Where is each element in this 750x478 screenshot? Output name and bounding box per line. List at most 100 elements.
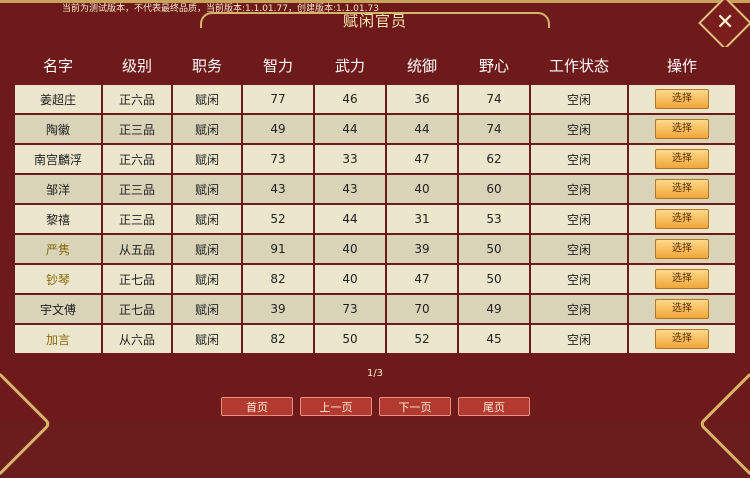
first-page-button[interactable]: 首页 — [221, 397, 293, 416]
table-row: 邹洋 正三品 赋闲 43 43 40 60 空闲 选择 — [13, 173, 737, 205]
officials-table: 名字 级别 职务 智力 武力 统御 野心 工作状态 操作 姜超庄 正六品 赋闲 77 4… — [13, 47, 737, 355]
row-name: 黎禧 — [13, 203, 103, 235]
row-action-cell: 选择 — [627, 113, 737, 145]
row-rank: 从六品 — [101, 323, 173, 355]
row-rank: 正六品 — [101, 83, 173, 115]
select-button[interactable]: 选择 — [655, 89, 709, 109]
table-row: 南宫麟浮 正六品 赋闲 73 33 47 62 空闲 选择 — [13, 143, 737, 175]
row-intelligence: 73 — [241, 143, 315, 175]
prev-page-button[interactable]: 上一页 — [300, 397, 372, 416]
row-intelligence: 91 — [241, 233, 315, 265]
select-button[interactable]: 选择 — [655, 119, 709, 139]
row-rank: 正六品 — [101, 143, 173, 175]
row-rank: 正七品 — [101, 293, 173, 325]
row-ambition: 60 — [457, 173, 531, 205]
row-force: 73 — [313, 293, 387, 325]
row-intelligence: 52 — [241, 203, 315, 235]
row-post: 赋闲 — [171, 293, 243, 325]
select-button[interactable]: 选择 — [655, 179, 709, 199]
close-icon: ✕ — [715, 10, 735, 35]
table-row: 钞琴 正七品 赋闲 82 40 47 50 空闲 选择 — [13, 263, 737, 295]
row-ambition: 74 — [457, 113, 531, 145]
row-force: 46 — [313, 83, 387, 115]
row-force: 44 — [313, 113, 387, 145]
row-rank: 正三品 — [101, 203, 173, 235]
table-body: 姜超庄 正六品 赋闲 77 46 36 74 空闲 选择 陶徽 正三品 赋闲 49 44 44 74 空闲 选择南… — [13, 83, 737, 355]
page-indicator: 1/3 — [366, 368, 384, 379]
row-intelligence: 82 — [241, 263, 315, 295]
column-header-action: 操作 — [628, 47, 736, 84]
column-header-post: 职务 — [172, 47, 242, 84]
row-ambition: 45 — [457, 323, 531, 355]
row-action-cell: 选择 — [627, 173, 737, 205]
column-header-ambition: 野心 — [458, 47, 530, 84]
row-ambition: 50 — [457, 233, 531, 265]
row-action-cell: 选择 — [627, 203, 737, 235]
column-header-command: 统御 — [386, 47, 458, 84]
row-post: 赋闲 — [171, 323, 243, 355]
row-work-status: 空闲 — [529, 233, 629, 265]
row-command: 47 — [385, 143, 459, 175]
select-button[interactable]: 选择 — [655, 329, 709, 349]
table-row: 加言 从六品 赋闲 82 50 52 45 空闲 选择 — [13, 323, 737, 355]
row-ambition: 53 — [457, 203, 531, 235]
row-name: 南宫麟浮 — [13, 143, 103, 175]
table-row: 陶徽 正三品 赋闲 49 44 44 74 空闲 选择 — [13, 113, 737, 145]
row-work-status: 空闲 — [529, 263, 629, 295]
row-action-cell: 选择 — [627, 83, 737, 115]
row-name: 邹洋 — [13, 173, 103, 205]
row-name: 宇文傅 — [13, 293, 103, 325]
column-header-rank: 级别 — [102, 47, 172, 84]
row-work-status: 空闲 — [529, 293, 629, 325]
select-button[interactable]: 选择 — [655, 269, 709, 289]
row-work-status: 空闲 — [529, 143, 629, 175]
row-force: 40 — [313, 263, 387, 295]
row-post: 赋闲 — [171, 173, 243, 205]
row-work-status: 空闲 — [529, 113, 629, 145]
row-rank: 正七品 — [101, 263, 173, 295]
row-force: 44 — [313, 203, 387, 235]
row-post: 赋闲 — [171, 263, 243, 295]
last-page-button[interactable]: 尾页 — [458, 397, 530, 416]
row-command: 36 — [385, 83, 459, 115]
row-command: 31 — [385, 203, 459, 235]
table-row: 宇文傅 正七品 赋闲 39 73 70 49 空闲 选择 — [13, 293, 737, 325]
select-button[interactable]: 选择 — [655, 209, 709, 229]
row-name: 严隽 — [13, 233, 103, 265]
row-command: 40 — [385, 173, 459, 205]
row-force: 40 — [313, 233, 387, 265]
row-post: 赋闲 — [171, 143, 243, 175]
column-header-intelligence: 智力 — [242, 47, 314, 84]
row-command: 39 — [385, 233, 459, 265]
row-post: 赋闲 — [171, 113, 243, 145]
row-post: 赋闲 — [171, 203, 243, 235]
table-header-row: 名字 级别 职务 智力 武力 统御 野心 工作状态 操作 — [14, 47, 736, 84]
row-rank: 正三品 — [101, 173, 173, 205]
corner-ornament — [698, 370, 750, 478]
row-intelligence: 43 — [241, 173, 315, 205]
next-page-button[interactable]: 下一页 — [379, 397, 451, 416]
table-row: 严隽 从五品 赋闲 91 40 39 50 空闲 选择 — [13, 233, 737, 265]
corner-ornament — [0, 370, 52, 478]
column-header-work-status: 工作状态 — [530, 47, 628, 84]
column-header-force: 武力 — [314, 47, 386, 84]
page-title: 赋闲官员 — [342, 12, 407, 30]
row-rank: 正三品 — [101, 113, 173, 145]
row-command: 47 — [385, 263, 459, 295]
row-force: 33 — [313, 143, 387, 175]
row-work-status: 空闲 — [529, 203, 629, 235]
select-button[interactable]: 选择 — [655, 239, 709, 259]
select-button[interactable]: 选择 — [655, 149, 709, 169]
row-command: 52 — [385, 323, 459, 355]
row-command: 70 — [385, 293, 459, 325]
row-name: 钞琴 — [13, 263, 103, 295]
officials-table-wrap: 名字 级别 职务 智力 武力 统御 野心 工作状态 操作 姜超庄 正六品 赋闲 77 4… — [13, 47, 737, 359]
row-force: 43 — [313, 173, 387, 205]
row-intelligence: 82 — [241, 323, 315, 355]
row-post: 赋闲 — [171, 83, 243, 115]
table-row: 黎禧 正三品 赋闲 52 44 31 53 空闲 选择 — [13, 203, 737, 235]
select-button[interactable]: 选择 — [655, 299, 709, 319]
row-work-status: 空闲 — [529, 173, 629, 205]
row-work-status: 空闲 — [529, 83, 629, 115]
row-name: 姜超庄 — [13, 83, 103, 115]
